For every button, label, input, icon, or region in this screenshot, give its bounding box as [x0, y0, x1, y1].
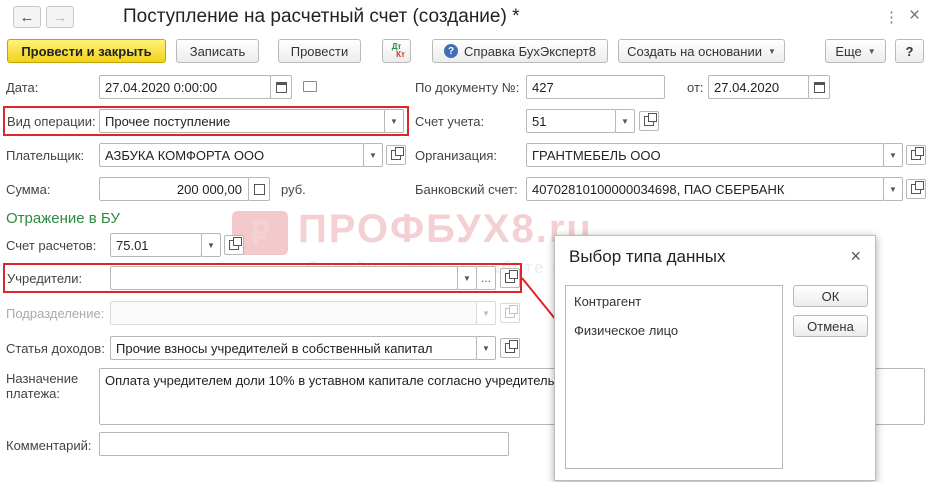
organization-label: Организация:	[415, 148, 498, 163]
operation-type-dropdown[interactable]: ▼	[384, 109, 404, 133]
open-icon	[229, 237, 242, 250]
calendar-icon	[813, 81, 825, 93]
open-icon	[505, 270, 518, 283]
founders-open-button[interactable]	[500, 268, 520, 288]
more-label: Еще	[835, 43, 862, 59]
account-open-button[interactable]	[639, 111, 659, 131]
purpose-label: Назначение	[6, 371, 79, 386]
back-button[interactable]: ←	[13, 6, 41, 28]
doc-no-label: По документу №:	[415, 80, 520, 95]
organization-input[interactable]: ГРАНТМЕБЕЛЬ ООО	[526, 143, 884, 167]
dt-kt-button[interactable]: Дт Кт	[382, 39, 411, 63]
data-type-dialog: Выбор типа данных × Контрагент Физическо…	[554, 235, 876, 481]
bank-account-input[interactable]: 40702810100000034698, ПАО СБЕРБАНК	[526, 177, 884, 201]
more-actions-icon[interactable]: ⋮	[884, 8, 899, 26]
settlement-account-input[interactable]: 75.01	[110, 233, 202, 257]
from-date-calendar-button[interactable]	[808, 75, 830, 99]
settlement-account-label: Счет расчетов:	[6, 238, 97, 253]
operation-type-input[interactable]: Прочее поступление	[99, 109, 385, 133]
income-item-open-button[interactable]	[500, 338, 520, 358]
from-date-label: от:	[687, 80, 704, 95]
comment-label: Комментарий:	[6, 438, 92, 453]
note-icon[interactable]	[303, 81, 317, 92]
title-bar: ← → Поступление на расчетный счет (созда…	[0, 0, 933, 34]
bank-account-dropdown[interactable]: ▼	[883, 177, 903, 201]
account-input[interactable]: 51	[526, 109, 616, 133]
data-type-list[interactable]: Контрагент Физическое лицо	[565, 285, 783, 469]
dialog-cancel-button[interactable]: Отмена	[793, 315, 868, 337]
operation-type-label: Вид операции:	[7, 114, 96, 129]
open-icon	[911, 147, 924, 160]
open-icon	[911, 181, 924, 194]
more-button[interactable]: Еще ▼	[825, 39, 886, 63]
forward-button[interactable]: →	[46, 6, 74, 28]
date-label: Дата:	[6, 80, 39, 95]
post-and-close-button[interactable]: Провести и закрыть	[7, 39, 166, 63]
sum-label: Сумма:	[6, 182, 51, 197]
arrow-left-icon: ←	[19, 8, 35, 26]
payer-input[interactable]: АЗБУКА КОМФОРТА ООО	[99, 143, 364, 167]
help-bukhexpert-label: Справка БухЭксперт8	[464, 43, 596, 59]
doc-no-input[interactable]: 427	[526, 75, 665, 99]
sum-input[interactable]: 200 000,00	[99, 177, 249, 201]
chevron-down-icon: ▼	[767, 46, 776, 56]
payer-label: Плательщик:	[6, 148, 85, 163]
division-open-button	[500, 303, 520, 323]
account-dropdown[interactable]: ▼	[615, 109, 635, 133]
division-label: Подразделение:	[6, 306, 105, 321]
list-item-counterparty[interactable]: Контрагент	[574, 294, 641, 309]
dialog-title: Выбор типа данных	[569, 247, 726, 266]
dt-kt-icon-bottom: Кт	[396, 50, 405, 59]
arrow-right-icon: →	[52, 8, 68, 26]
open-icon	[505, 305, 518, 318]
save-button[interactable]: Записать	[176, 39, 259, 63]
founders-label: Учредители:	[7, 271, 83, 286]
organization-dropdown[interactable]: ▼	[883, 143, 903, 167]
open-icon	[644, 113, 657, 126]
list-item-individual[interactable]: Физическое лицо	[574, 323, 678, 338]
division-dropdown: ▼	[476, 301, 496, 325]
post-button[interactable]: Провести	[278, 39, 361, 63]
income-item-input[interactable]: Прочие взносы учредителей в собственный …	[110, 336, 477, 360]
bank-account-open-button[interactable]	[906, 179, 926, 199]
open-icon	[391, 147, 404, 160]
division-input	[110, 301, 477, 325]
payer-dropdown[interactable]: ▼	[363, 143, 383, 167]
date-input[interactable]: 27.04.2020 0:00:00	[99, 75, 271, 99]
account-label: Счет учета:	[415, 114, 485, 129]
founders-dropdown[interactable]: ▼	[457, 266, 477, 290]
settlement-account-open-button[interactable]	[224, 235, 244, 255]
calculator-icon	[253, 183, 265, 195]
settlement-account-dropdown[interactable]: ▼	[201, 233, 221, 257]
page-title: Поступление на расчетный счет (создание)…	[123, 6, 520, 27]
founders-input[interactable]	[110, 266, 458, 290]
bank-account-label: Банковский счет:	[415, 182, 518, 197]
date-calendar-button[interactable]	[270, 75, 292, 99]
income-item-dropdown[interactable]: ▼	[476, 336, 496, 360]
from-date-input[interactable]: 27.04.2020	[708, 75, 809, 99]
question-icon: ?	[444, 44, 459, 58]
dialog-ok-button[interactable]: ОК	[793, 285, 868, 307]
help-button[interactable]: ?	[895, 39, 924, 63]
close-icon[interactable]: ×	[909, 5, 920, 27]
section-title: Отражение в БУ	[6, 210, 120, 227]
founders-select-button[interactable]: ...	[476, 266, 496, 290]
create-based-on-button[interactable]: Создать на основании ▼	[618, 39, 785, 63]
currency-label: руб.	[281, 182, 306, 197]
help-bukhexpert-button[interactable]: ? Справка БухЭксперт8	[432, 39, 608, 63]
payer-open-button[interactable]	[386, 145, 406, 165]
open-icon	[505, 340, 518, 353]
chevron-down-icon: ▼	[867, 46, 876, 56]
watermark-brand: ПРОФБУХ8.ru	[298, 207, 593, 251]
comment-input[interactable]	[99, 432, 509, 456]
create-based-on-label: Создать на основании	[627, 43, 762, 59]
dialog-close-icon[interactable]: ×	[850, 246, 861, 267]
calculator-button[interactable]	[248, 177, 270, 201]
organization-open-button[interactable]	[906, 145, 926, 165]
income-item-label: Статья доходов:	[6, 341, 105, 356]
purpose-label-line2: платежа:	[6, 386, 60, 401]
calendar-icon	[275, 81, 287, 93]
